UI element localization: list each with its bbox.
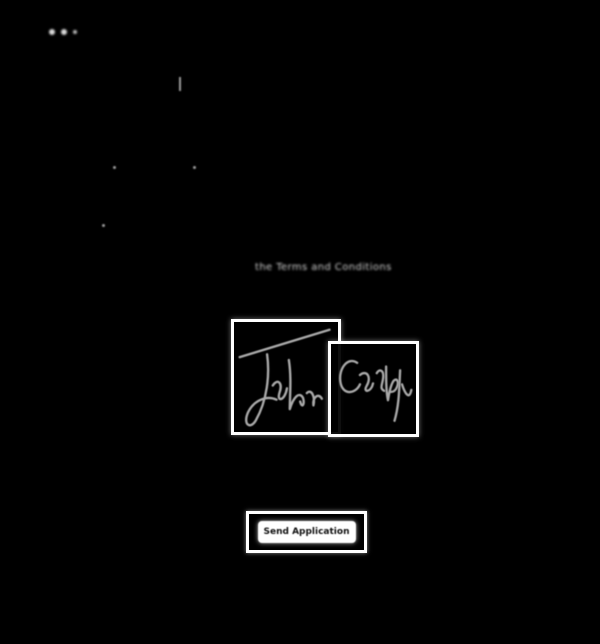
signature-screen: the Terms and Conditions Send Applicatio… bbox=[0, 0, 600, 644]
first-signature-box[interactable] bbox=[231, 319, 341, 435]
top-status-indicator bbox=[49, 29, 77, 35]
send-application-button[interactable]: Send Application bbox=[257, 521, 356, 543]
john-signature-icon bbox=[238, 328, 331, 427]
status-dot-icon bbox=[49, 29, 55, 35]
crosby-signature-icon bbox=[338, 360, 413, 422]
blurred-mark-icon bbox=[193, 166, 196, 169]
terms-label: the Terms and Conditions bbox=[255, 262, 392, 273]
status-dot-icon bbox=[73, 30, 77, 34]
blurred-mark-icon bbox=[113, 166, 116, 169]
second-signature-box[interactable] bbox=[328, 341, 419, 437]
send-application-frame: Send Application bbox=[246, 511, 367, 553]
status-dot-icon bbox=[61, 29, 67, 35]
blurred-mark-icon bbox=[102, 224, 105, 227]
blurred-mark-icon bbox=[179, 77, 181, 91]
